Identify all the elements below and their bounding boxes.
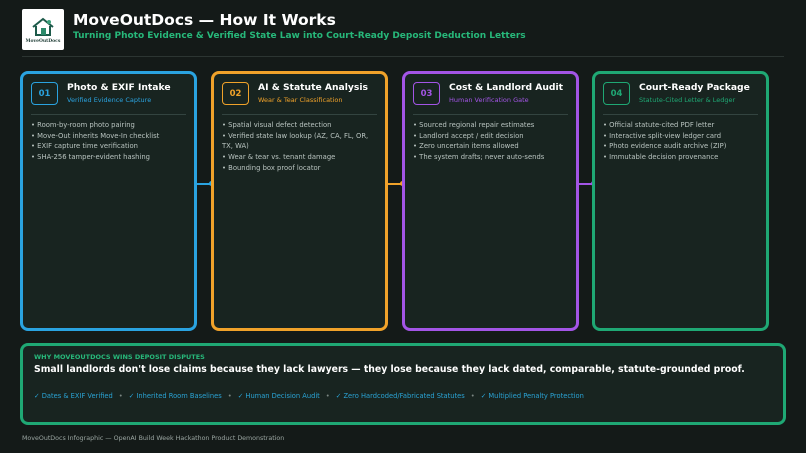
step-number-badge: 01 [31,82,58,105]
benefit-tag: ✓ Multiplied Penalty Protection [480,392,584,400]
step-feature-list: • Spatial visual defect detection • Veri… [222,120,379,174]
list-item: • Bounding box proof locator [222,163,321,172]
step-subtitle: Human Verification Gate [449,96,529,104]
card-divider [603,114,758,115]
list-item: • Verified state law lookup (AZ, CA, FL,… [222,131,369,151]
list-item: • Move-Out inherits Move-In checklist [31,131,160,140]
card-divider [222,114,377,115]
header-divider [22,56,784,57]
panel-kicker: WHY MOVEOUTDOCS WINS DEPOSIT DISPUTES [34,353,205,361]
tag-separator: • [118,392,123,400]
card-divider [31,114,186,115]
step-card-court-package: 04 Court-Ready Package Statute-Cited Let… [592,71,769,331]
step-title: Cost & Landlord Audit [449,82,564,93]
list-item: • SHA-256 tamper-evident hashing [31,153,150,162]
list-item: • Interactive split-view ledger card [603,131,722,140]
step-feature-list: • Room-by-room photo pairing • Move-Out … [31,120,188,163]
page-subtitle: Turning Photo Evidence & Verified State … [73,31,526,41]
step-subtitle: Wear & Tear Classification [258,96,343,104]
why-panel: WHY MOVEOUTDOCS WINS DEPOSIT DISPUTES Sm… [20,343,786,425]
step-card-photo-intake: 01 Photo & EXIF Intake Verified Evidence… [20,71,197,331]
step-card-cost-audit: 03 Cost & Landlord Audit Human Verificat… [402,71,579,331]
panel-headline: Small landlords don't lose claims becaus… [34,364,745,375]
step-title: Photo & EXIF Intake [67,82,171,93]
list-item: • EXIF capture time verification [31,142,138,151]
step-title: Court-Ready Package [639,82,750,93]
header: MoveOutDocs MoveOutDocs — How It Works T… [22,9,784,57]
benefit-tag: ✓ Human Decision Audit [237,392,320,400]
step-number-badge: 02 [222,82,249,105]
page-title: MoveOutDocs — How It Works [73,11,336,29]
footer-caption: MoveOutDocs Infographic — OpenAI Build W… [22,435,285,442]
list-item: • Wear & tear vs. tenant damage [222,153,336,162]
step-title: AI & Statute Analysis [258,82,368,93]
step-card-ai-analysis: 02 AI & Statute Analysis Wear & Tear Cla… [211,71,388,331]
step-feature-list: • Official statute-cited PDF letter • In… [603,120,760,163]
house-logo-icon [32,17,54,36]
list-item: • Official statute-cited PDF letter [603,121,715,129]
tag-separator: • [227,392,232,400]
logo-text: MoveOutDocs [25,38,61,44]
list-item: • Photo evidence audit archive (ZIP) [603,142,727,151]
step-subtitle: Statute-Cited Letter & Ledger [639,96,736,104]
benefit-tag: ✓ Inherited Room Baselines [128,392,222,400]
benefit-tag: ✓ Dates & EXIF Verified [34,392,113,400]
benefit-tags: ✓ Dates & EXIF Verified • ✓ Inherited Ro… [34,392,584,400]
step-subtitle: Verified Evidence Capture [67,96,152,104]
step-feature-list: • Sourced regional repair estimates • La… [413,120,570,163]
list-item: • Immutable decision provenance [603,153,719,162]
logo: MoveOutDocs [22,9,64,50]
list-item: • Zero uncertain items allowed [413,142,519,151]
list-item: • Sourced regional repair estimates [413,121,535,129]
step-number-badge: 04 [603,82,630,105]
step-number-badge: 03 [413,82,440,105]
list-item: • Room-by-room photo pairing [31,121,135,129]
card-divider [413,114,568,115]
tag-separator: • [470,392,475,400]
benefit-tag: ✓ Zero Hardcoded/Fabricated Statutes [335,392,465,400]
list-item: • Landlord accept / edit decision [413,131,524,140]
list-item: • The system drafts; never auto-sends [413,153,545,162]
list-item: • Spatial visual defect detection [222,121,332,129]
tag-separator: • [325,392,330,400]
